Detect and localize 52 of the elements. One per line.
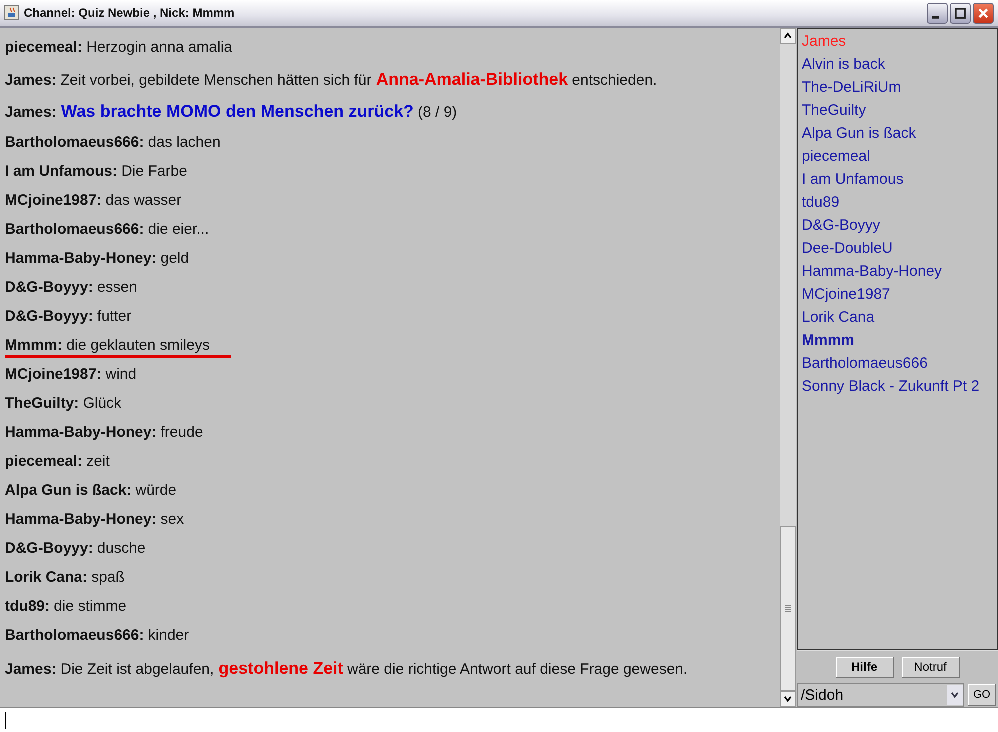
- user-list-item[interactable]: TheGuilty: [802, 99, 993, 122]
- chat-message: Alpa Gun is ßack: würde: [5, 481, 178, 501]
- chat-message: James: Zeit vorbei, gebildete Menschen hätten sich für Anna-Amalia-Bibliothek entschieden.: [5, 69, 658, 91]
- chat-message: piecemeal: Herzogin anna amalia: [5, 38, 234, 58]
- grip-icon: [785, 604, 791, 612]
- chat-message: Lorik Cana: spaß: [5, 568, 126, 588]
- user-list-item[interactable]: Sonny Black - Zukunft Pt 2: [802, 375, 993, 398]
- chat-message: Mmmm: die geklauten smileys: [5, 331, 780, 360]
- maximize-button[interactable]: [950, 2, 971, 24]
- chat-message: MCjoine1987: das wasser: [5, 191, 183, 211]
- chat-message: Bartholomaeus666: das lachen: [5, 133, 222, 153]
- message-input[interactable]: [0, 707, 998, 732]
- user-list-item[interactable]: Mmmm: [802, 329, 993, 352]
- user-list-item[interactable]: The-DeLiRiUm: [802, 76, 993, 99]
- user-list-item[interactable]: D&G-Boyyy: [802, 214, 993, 237]
- chat-message: I am Unfamous: Die Farbe: [5, 162, 188, 182]
- user-list-item[interactable]: Alvin is back: [802, 53, 993, 76]
- chat-message: D&G-Boyyy: dusche: [5, 539, 147, 559]
- chat-message: Hamma-Baby-Honey: geld: [5, 249, 190, 269]
- user-list-item[interactable]: Hamma-Baby-Honey: [802, 260, 993, 283]
- chat-message: Hamma-Baby-Honey: freude: [5, 423, 204, 443]
- user-list-item[interactable]: Bartholomaeus666: [802, 352, 993, 375]
- close-icon: [977, 6, 990, 20]
- cup-icon: [4, 5, 20, 21]
- command-dropdown[interactable]: /Sidoh: [797, 683, 964, 707]
- chat-message: MCjoine1987: wind: [5, 365, 138, 385]
- chat-message: James: Was brachte MOMO den Menschen zurück? (8 / 9): [5, 101, 458, 123]
- chat-message: TheGuilty: Glück: [5, 394, 123, 414]
- chat-message: D&G-Boyyy: futter: [5, 307, 133, 327]
- go-button[interactable]: GO: [968, 684, 996, 706]
- chat-message: tdu89: die stimme: [5, 597, 128, 617]
- minimize-button[interactable]: [927, 2, 948, 24]
- user-list-item[interactable]: Lorik Cana: [802, 306, 993, 329]
- scrollbar[interactable]: [780, 28, 796, 707]
- action-button[interactable]: Notruf: [902, 656, 960, 678]
- window-title: Channel: Quiz Newbie , Nick: Mmmm: [24, 6, 236, 20]
- chat-message: Bartholomaeus666: die eier...: [5, 220, 210, 240]
- chat-message: Bartholomaeus666: kinder: [5, 626, 190, 646]
- action-button[interactable]: Hilfe: [836, 656, 894, 678]
- user-list-item[interactable]: tdu89: [802, 191, 993, 214]
- chat-message: Hamma-Baby-Honey: sex: [5, 510, 186, 530]
- user-list-item[interactable]: I am Unfamous: [802, 168, 993, 191]
- user-list-item[interactable]: Alpa Gun is ßack: [802, 122, 993, 145]
- minimize-icon: [932, 16, 939, 18]
- maximize-icon: [954, 6, 967, 20]
- close-button[interactable]: [973, 2, 994, 24]
- user-list-item[interactable]: piecemeal: [802, 145, 993, 168]
- user-list-item[interactable]: Dee-DoubleU: [802, 237, 993, 260]
- chat-message: D&G-Boyyy: essen: [5, 278, 138, 298]
- user-list-item[interactable]: MCjoine1987: [802, 283, 993, 306]
- chat-message: James: Die Zeit ist abgelaufen, gestohlene Zeit wäre die richtige Antwort auf diese Frage gewesen.: [5, 658, 689, 680]
- chat-message: piecemeal: zeit: [5, 452, 111, 472]
